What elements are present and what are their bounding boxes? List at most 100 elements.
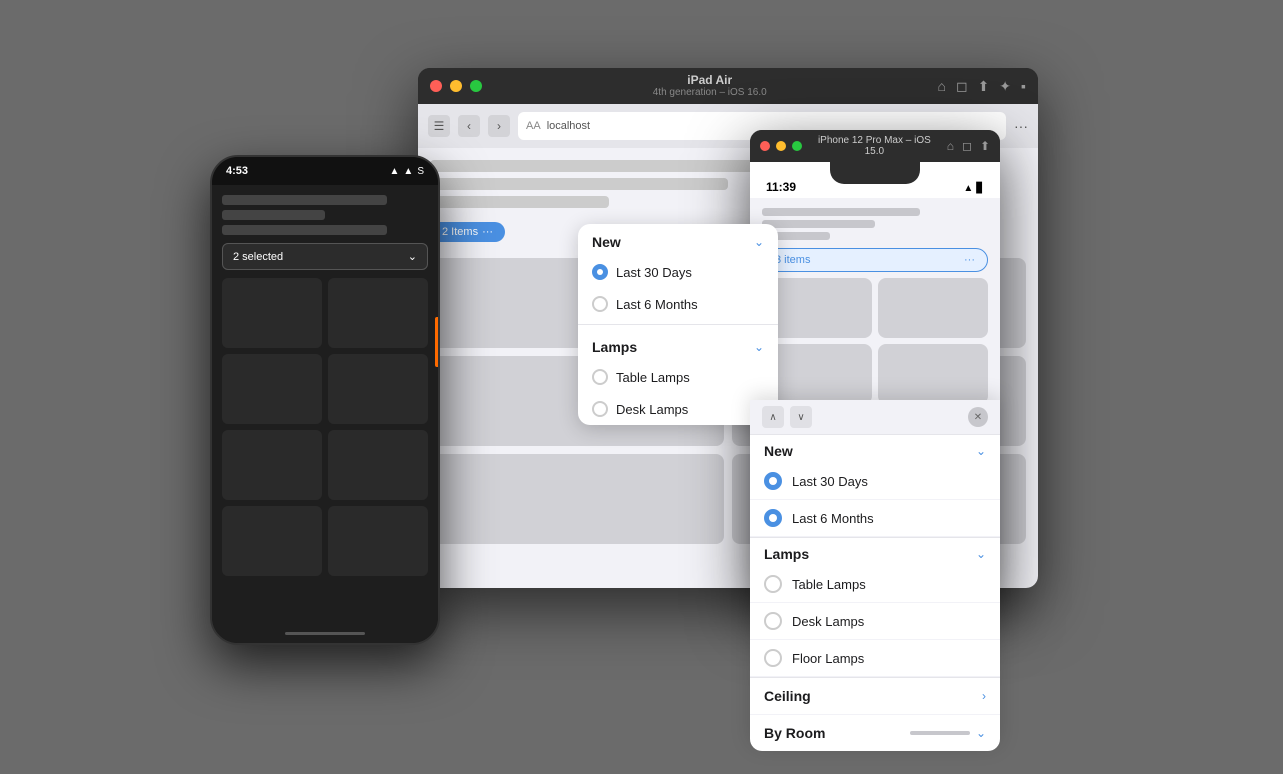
more-button[interactable]: ···: [1014, 118, 1028, 134]
dropdown-item-last30[interactable]: Last 30 Days: [578, 256, 778, 288]
battery-icon: S: [417, 166, 424, 177]
android-cell-6: [328, 430, 428, 500]
android-sk-1: [222, 195, 387, 205]
items-count: 2 Items: [442, 226, 478, 238]
back-button[interactable]: ‹: [458, 115, 480, 137]
iphone-radio-floorlamps[interactable]: [764, 649, 782, 667]
iphone-battery-icon: ▊: [976, 183, 984, 194]
iphone-dd-last6months[interactable]: Last 6 Months: [750, 500, 1000, 537]
iphone-dd-close[interactable]: ✕: [968, 407, 988, 427]
android-cell-8: [328, 506, 428, 576]
iphone-dd-ceiling-chevron[interactable]: ›: [982, 689, 986, 703]
wifi-icon: ▲: [390, 166, 400, 177]
android-cell-3: [222, 354, 322, 424]
iphone-dd-tablelamps[interactable]: Table Lamps: [750, 566, 1000, 603]
android-sk-2: [222, 210, 325, 220]
dropdown-item-desklamps[interactable]: Desk Lamps: [578, 393, 778, 425]
android-cell-2: [328, 278, 428, 348]
label-desklamps: Desk Lamps: [616, 402, 688, 417]
label-last30: Last 30 Days: [616, 265, 692, 280]
share-icon[interactable]: ⬆: [978, 78, 990, 95]
iphone-radio-tablelamps[interactable]: [764, 575, 782, 593]
android-content: 2 selected ⌄: [212, 185, 438, 643]
sidebar-toggle[interactable]: ☰: [428, 115, 450, 137]
iphone-sk-1: [762, 208, 920, 216]
iphone-time: 11:39: [766, 180, 796, 194]
iphone-label-tablelamps: Table Lamps: [792, 577, 866, 592]
minimize-dot[interactable]: [450, 80, 462, 92]
android-status-bar: 4:53 ▲ ▲ S: [212, 157, 438, 185]
iphone-home-icon[interactable]: ⌂: [947, 139, 954, 153]
android-grid: [222, 278, 428, 576]
dropdown-new-header: New ⌄: [578, 224, 778, 256]
iphone-label-last30: Last 30 Days: [792, 474, 868, 489]
settings-icon[interactable]: ✦: [999, 78, 1011, 95]
android-cell-4: [328, 354, 428, 424]
iphone-mac-toolbar-icons: ⌂ ◻ ⬆: [947, 139, 990, 153]
iphone-grid-cell-1: [762, 278, 872, 338]
iphone-share-icon[interactable]: ⬆: [980, 139, 990, 153]
iphone-dd-lamps-section: Lamps ⌄: [750, 538, 1000, 566]
dropdown-new-chevron[interactable]: ⌄: [754, 235, 764, 249]
dropdown-lamps-chevron[interactable]: ⌄: [754, 340, 764, 354]
android-home-indicator[interactable]: [285, 632, 365, 635]
iphone-grid-cell-3: [762, 344, 872, 404]
dropdown-item-last6months[interactable]: Last 6 Months: [578, 288, 778, 320]
radio-tablelamps[interactable]: [592, 369, 608, 385]
iphone-dd-ceiling-row[interactable]: Ceiling ›: [750, 678, 1000, 715]
iphone-dd-desklamps[interactable]: Desk Lamps: [750, 603, 1000, 640]
iphone-dropdown-panel: ∧ ∨ ✕ New ⌄ Last 30 Days Last 6 Months L…: [750, 400, 1000, 751]
maximize-dot[interactable]: [470, 80, 482, 92]
iphone-sk-grid: [762, 278, 988, 404]
close-dot[interactable]: [430, 80, 442, 92]
iphone-dd-byroom-row[interactable]: By Room ⌄: [750, 715, 1000, 751]
android-status-icons: ▲ ▲ S: [390, 166, 424, 177]
iphone-items-pill[interactable]: 3 items ···: [762, 248, 988, 272]
radio-last6months[interactable]: [592, 296, 608, 312]
iphone-status-icons: ▲ ▊: [963, 183, 984, 194]
camera-icon[interactable]: ◻: [956, 78, 968, 95]
iphone-label-desklamps: Desk Lamps: [792, 614, 864, 629]
iphone-radio-desklamps[interactable]: [764, 612, 782, 630]
android-select-label: 2 selected: [233, 251, 283, 263]
iphone-radio-last6months[interactable]: [764, 509, 782, 527]
iphone-screenshot-icon[interactable]: ◻: [962, 139, 972, 153]
android-cell-1: [222, 278, 322, 348]
by-room-bar: [910, 731, 970, 735]
dropdown-divider-1: [578, 324, 778, 325]
iphone-dd-floorlamps[interactable]: Floor Lamps: [750, 640, 1000, 677]
display-icon[interactable]: ▪: [1021, 78, 1026, 95]
iphone-dd-byroom-right: ⌄: [910, 726, 986, 740]
iphone-sk-header: [762, 208, 988, 240]
android-time: 4:53: [226, 165, 248, 177]
iphone-dd-lamps-chevron[interactable]: ⌄: [976, 547, 986, 561]
radio-desklamps[interactable]: [592, 401, 608, 417]
forward-button[interactable]: ›: [488, 115, 510, 137]
iphone-dd-new-chevron[interactable]: ⌄: [976, 444, 986, 458]
iphone-dd-controls: ∧ ∨ ✕: [750, 400, 1000, 435]
iphone-dd-down-arrow[interactable]: ∨: [790, 406, 812, 428]
items-pill[interactable]: 2 Items ···: [430, 222, 505, 242]
iphone-close-dot[interactable]: [760, 141, 770, 151]
home-icon[interactable]: ⌂: [937, 78, 945, 95]
iphone-dd-byroom-chevron[interactable]: ⌄: [976, 726, 986, 740]
iphone-notch: [830, 162, 920, 184]
signal-icon: ▲: [403, 166, 413, 177]
iphone-dd-ceiling-title: Ceiling: [764, 688, 811, 704]
dropdown-item-tablelamps[interactable]: Table Lamps: [578, 361, 778, 393]
radio-last30[interactable]: [592, 264, 608, 280]
iphone-minimize-dot[interactable]: [776, 141, 786, 151]
iphone-dd-new-section: New ⌄: [750, 435, 1000, 463]
iphone-label-last6months: Last 6 Months: [792, 511, 874, 526]
iphone-dd-up-arrow[interactable]: ∧: [762, 406, 784, 428]
dropdown-lamps-header: Lamps ⌄: [578, 329, 778, 361]
volume-bar: [435, 317, 438, 367]
android-sk-3: [222, 225, 387, 235]
iphone-maximize-dot[interactable]: [792, 141, 802, 151]
android-select[interactable]: 2 selected ⌄: [222, 243, 428, 270]
grid-cell-5: [430, 454, 724, 544]
url-text: localhost: [547, 120, 590, 132]
iphone-dd-last30[interactable]: Last 30 Days: [750, 463, 1000, 500]
skeleton-subtitle: [430, 178, 728, 190]
iphone-radio-last30[interactable]: [764, 472, 782, 490]
